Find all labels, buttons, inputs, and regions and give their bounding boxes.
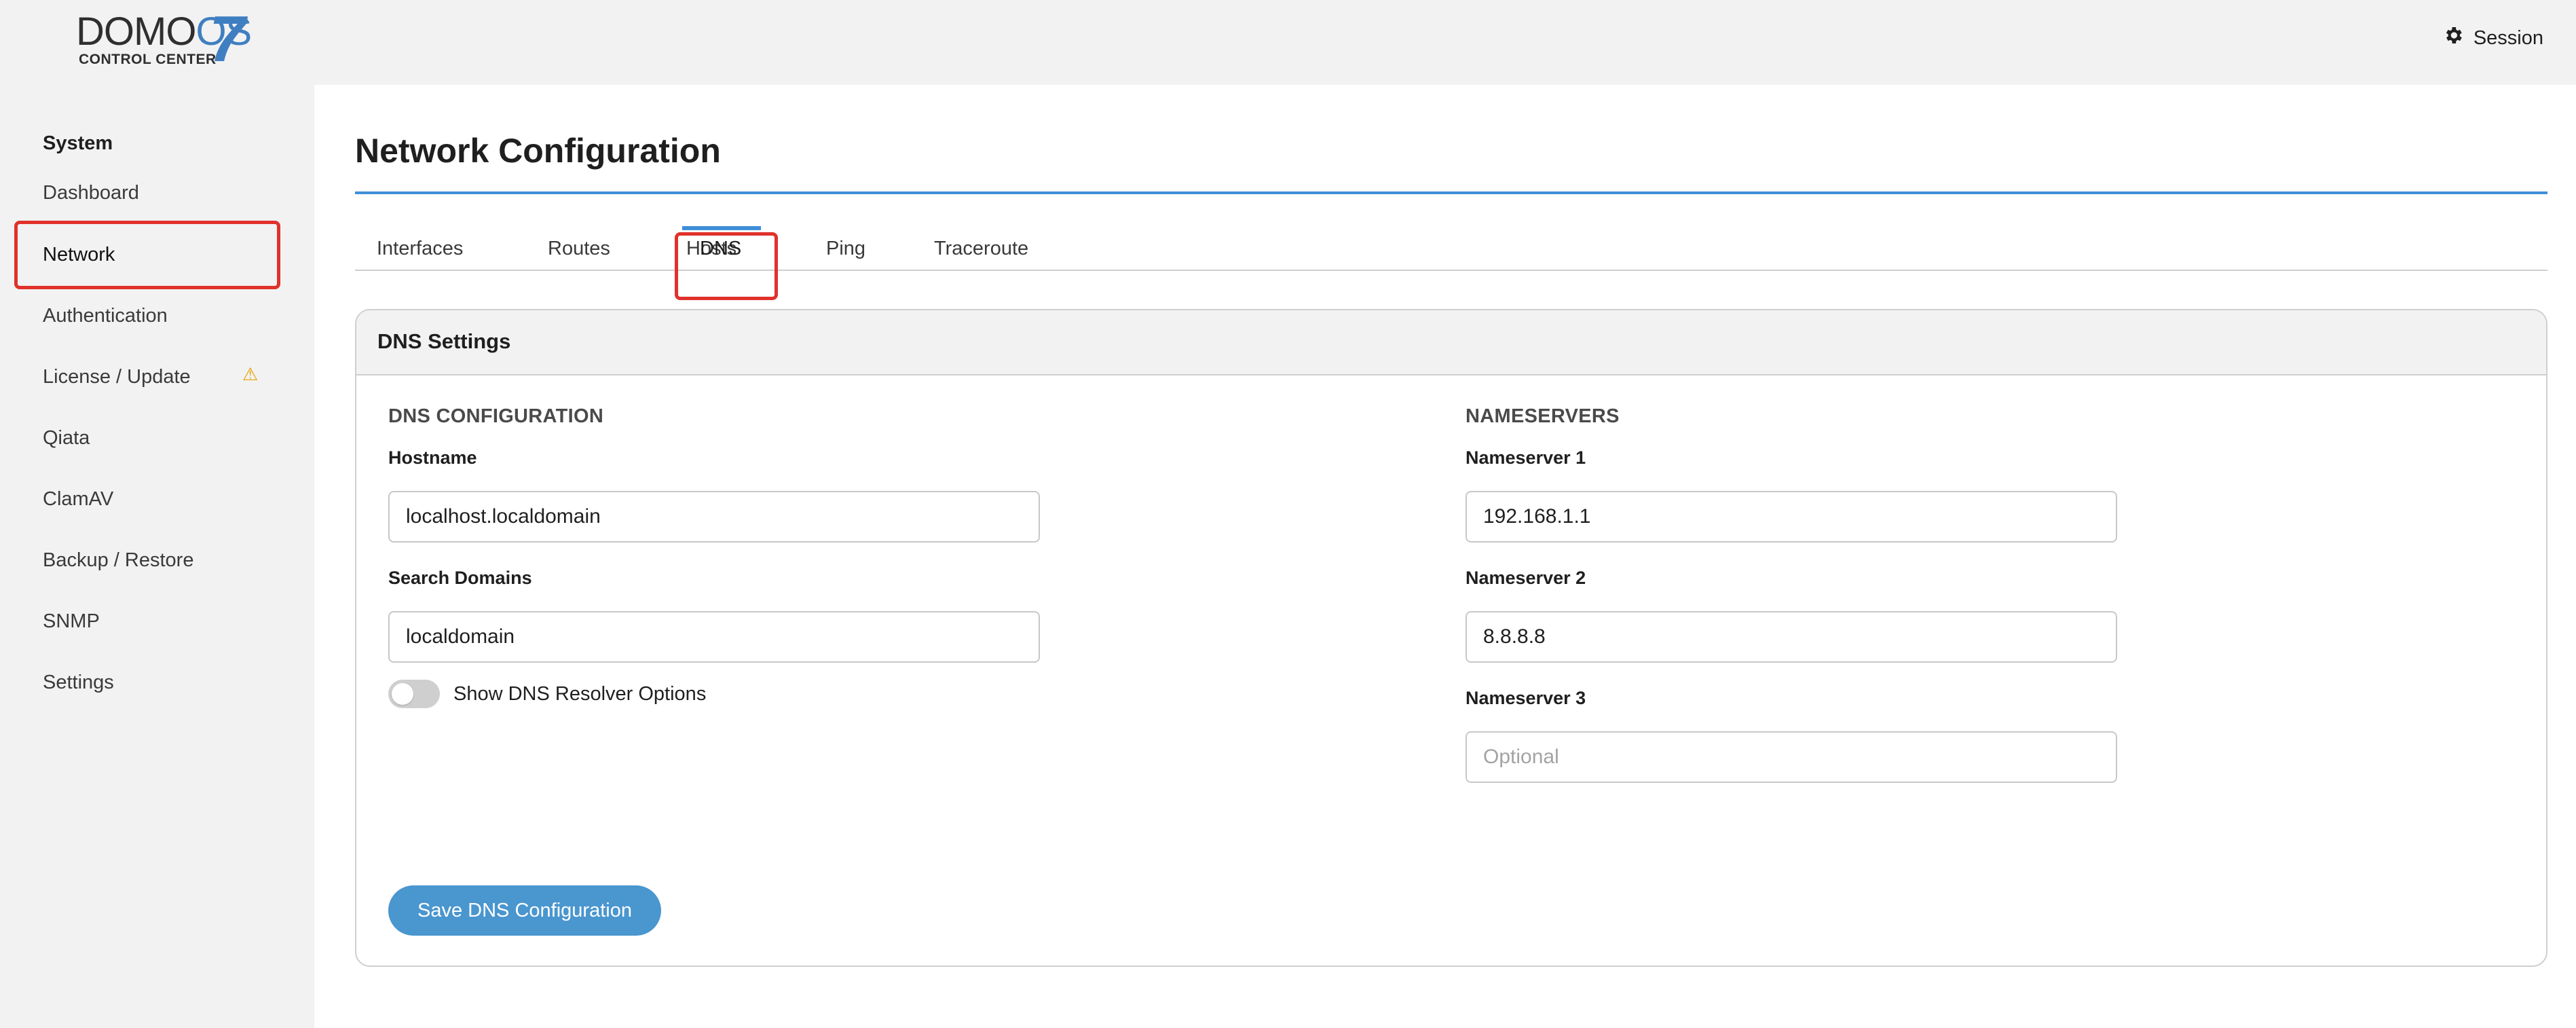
logo-word-domo: DOMO xyxy=(76,10,196,54)
nameserver-1-field[interactable] xyxy=(1466,491,2117,543)
session-label: Session xyxy=(2473,26,2543,49)
nameserver-2-label: Nameserver 2 xyxy=(1466,568,1586,588)
sidebar-item-label: Authentication xyxy=(43,304,168,327)
save-dns-configuration-button[interactable]: Save DNS Configuration xyxy=(388,885,661,936)
dns-resolver-options-toggle[interactable] xyxy=(388,680,440,708)
toggle-knob xyxy=(392,683,413,705)
title-divider xyxy=(355,191,2547,194)
sidebar-heading: System xyxy=(43,132,113,154)
nameservers-heading: NAMESERVERS xyxy=(1466,405,1620,427)
domos-logo[interactable]: DOMOOS 7 CONTROL CENTER xyxy=(76,7,253,72)
sidebar-item-authentication[interactable]: Authentication xyxy=(43,301,168,331)
hostname-field[interactable] xyxy=(388,491,1040,543)
nameserver-3-label: Nameserver 3 xyxy=(1466,688,1586,708)
active-tab-indicator xyxy=(682,226,761,230)
tab-interfaces[interactable]: Interfaces xyxy=(377,229,463,270)
sidebar: System Dashboard Network Authentication … xyxy=(0,85,314,1028)
gear-icon xyxy=(2442,24,2464,52)
sidebar-item-label: Qiata xyxy=(43,426,90,449)
nameserver-1-label: Nameserver 1 xyxy=(1466,447,1586,468)
top-header: DOMOOS 7 CONTROL CENTER Session xyxy=(0,0,2576,85)
card-title: DNS Settings xyxy=(377,329,511,353)
logo-subtitle: CONTROL CENTER xyxy=(79,52,217,67)
tab-routes[interactable]: Routes xyxy=(548,229,610,270)
main-content: Network Configuration Interfaces Routes … xyxy=(314,85,2576,1028)
network-highlight-box xyxy=(14,221,280,289)
sidebar-item-settings[interactable]: Settings xyxy=(43,667,114,697)
sidebar-item-label: Settings xyxy=(43,671,114,693)
dns-tab-highlight-box xyxy=(675,232,778,300)
sidebar-item-dashboard[interactable]: Dashboard xyxy=(43,178,139,208)
search-domains-field[interactable] xyxy=(388,611,1040,663)
tab-ping[interactable]: Ping xyxy=(826,229,865,270)
sidebar-item-backup-restore[interactable]: Backup / Restore xyxy=(43,545,193,575)
session-menu[interactable]: Session xyxy=(2442,24,2543,52)
hostname-label: Hostname xyxy=(388,447,477,468)
sidebar-item-label: License / Update xyxy=(43,365,191,388)
nameserver-2-field[interactable] xyxy=(1466,611,2117,663)
page-title: Network Configuration xyxy=(355,132,721,170)
search-domains-label: Search Domains xyxy=(388,568,532,588)
tab-traceroute[interactable]: Traceroute xyxy=(934,229,1028,270)
dns-settings-card: DNS Settings DNS CONFIGURATION Hostname … xyxy=(355,309,2547,967)
warning-triangle-icon: ⚠ xyxy=(242,364,259,384)
nameserver-3-field[interactable] xyxy=(1466,731,2117,783)
sidebar-item-label: Dashboard xyxy=(43,181,139,204)
sidebar-item-license-update[interactable]: License / Update xyxy=(43,362,191,392)
dns-resolver-options-label: Show DNS Resolver Options xyxy=(453,683,707,705)
sidebar-item-clamav[interactable]: ClamAV xyxy=(43,484,113,514)
sidebar-item-qiata[interactable]: Qiata xyxy=(43,423,90,453)
sidebar-item-snmp[interactable]: SNMP xyxy=(43,606,100,636)
sidebar-item-label: Backup / Restore xyxy=(43,549,194,571)
sidebar-item-label: ClamAV xyxy=(43,488,114,510)
sidebar-item-label: SNMP xyxy=(43,610,100,632)
dns-configuration-heading: DNS CONFIGURATION xyxy=(388,405,604,427)
card-header: DNS Settings xyxy=(356,310,2546,375)
